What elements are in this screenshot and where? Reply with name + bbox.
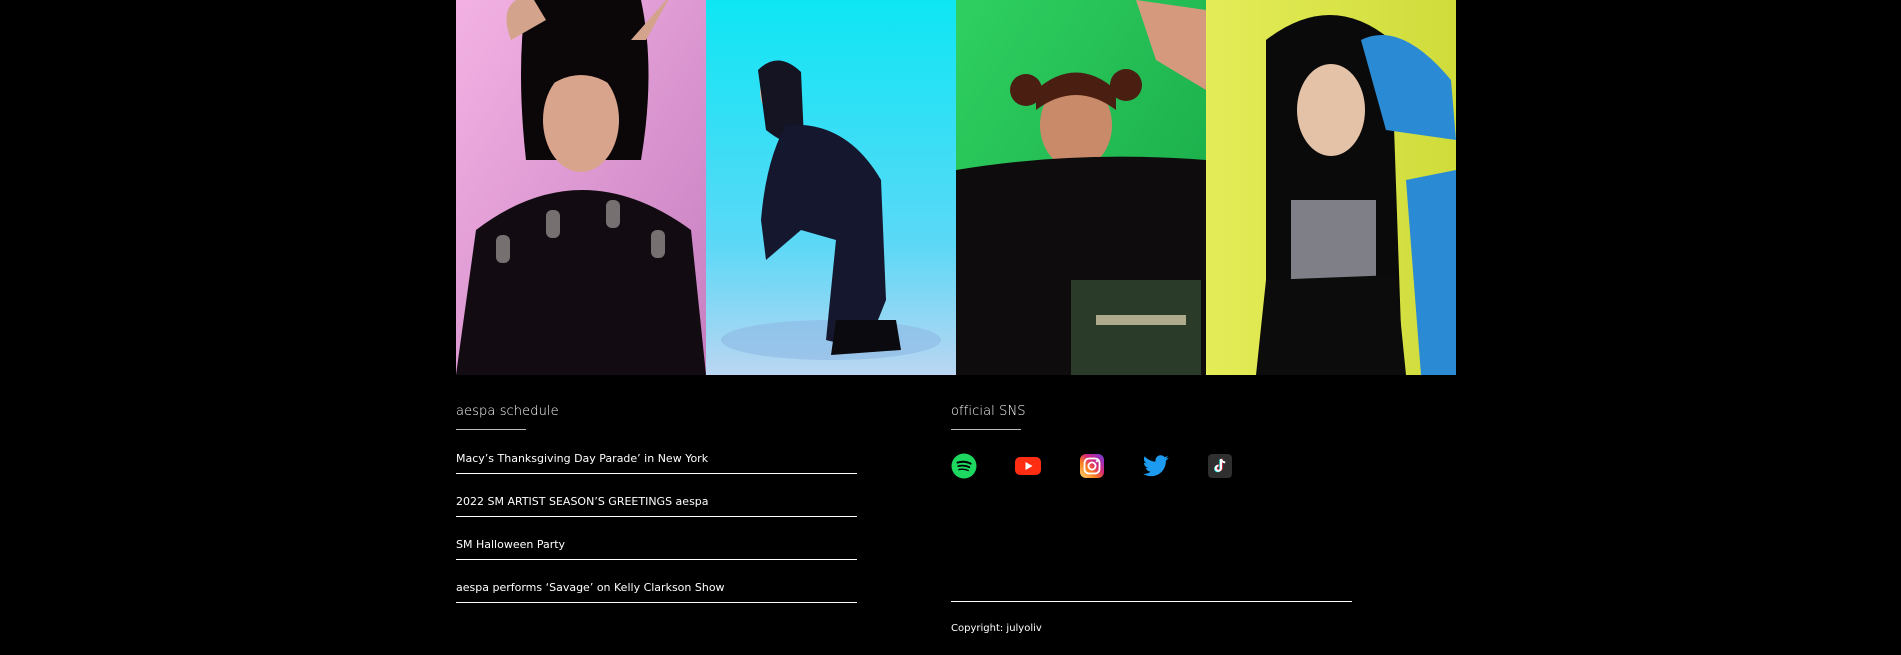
schedule-item: aespa performs ‘Savage’ on Kelly Clarkso… [456, 569, 857, 612]
footer-divider [951, 601, 1352, 602]
youtube-icon[interactable] [1014, 452, 1042, 480]
member-photo-1 [456, 0, 706, 375]
member-photo-4 [1206, 0, 1456, 375]
sns-icon-row [950, 452, 1270, 480]
schedule-link-kelly-clarkson[interactable]: aespa performs ‘Savage’ on Kelly Clarkso… [456, 581, 725, 594]
member-photo-2 [706, 0, 956, 375]
schedule-link-macys-parade[interactable]: Macy’s Thanksgiving Day Parade’ in New Y… [456, 452, 708, 465]
page: aespa schedule Macy’s Thanksgiving Day P… [0, 0, 1901, 655]
copyright-text: Copyright: julyoliv [951, 623, 1042, 634]
schedule-item: SM Halloween Party [456, 526, 857, 569]
schedule-link-halloween-party[interactable]: SM Halloween Party [456, 538, 565, 551]
schedule-divider [456, 559, 857, 560]
instagram-icon[interactable] [1078, 452, 1106, 480]
schedule-divider [456, 602, 857, 603]
schedule-link-season-greetings[interactable]: 2022 SM ARTIST SEASON’S GREETINGS aespa [456, 495, 709, 508]
tiktok-icon[interactable] [1206, 452, 1234, 480]
member-photo-3 [956, 0, 1206, 375]
schedule-divider [456, 473, 857, 474]
schedule-title-underline [456, 429, 526, 430]
twitter-icon[interactable] [1142, 452, 1170, 480]
schedule-item: 2022 SM ARTIST SEASON’S GREETINGS aespa [456, 483, 857, 526]
schedule-divider [456, 516, 857, 517]
schedule-item: Macy’s Thanksgiving Day Parade’ in New Y… [456, 440, 857, 483]
schedule-list: Macy’s Thanksgiving Day Parade’ in New Y… [456, 440, 857, 612]
sns-section-title: official SNS [951, 404, 1026, 419]
spotify-icon[interactable] [950, 452, 978, 480]
member-photo-strip [456, 0, 1457, 375]
schedule-section-title: aespa schedule [456, 404, 559, 419]
sns-title-underline [951, 429, 1021, 430]
